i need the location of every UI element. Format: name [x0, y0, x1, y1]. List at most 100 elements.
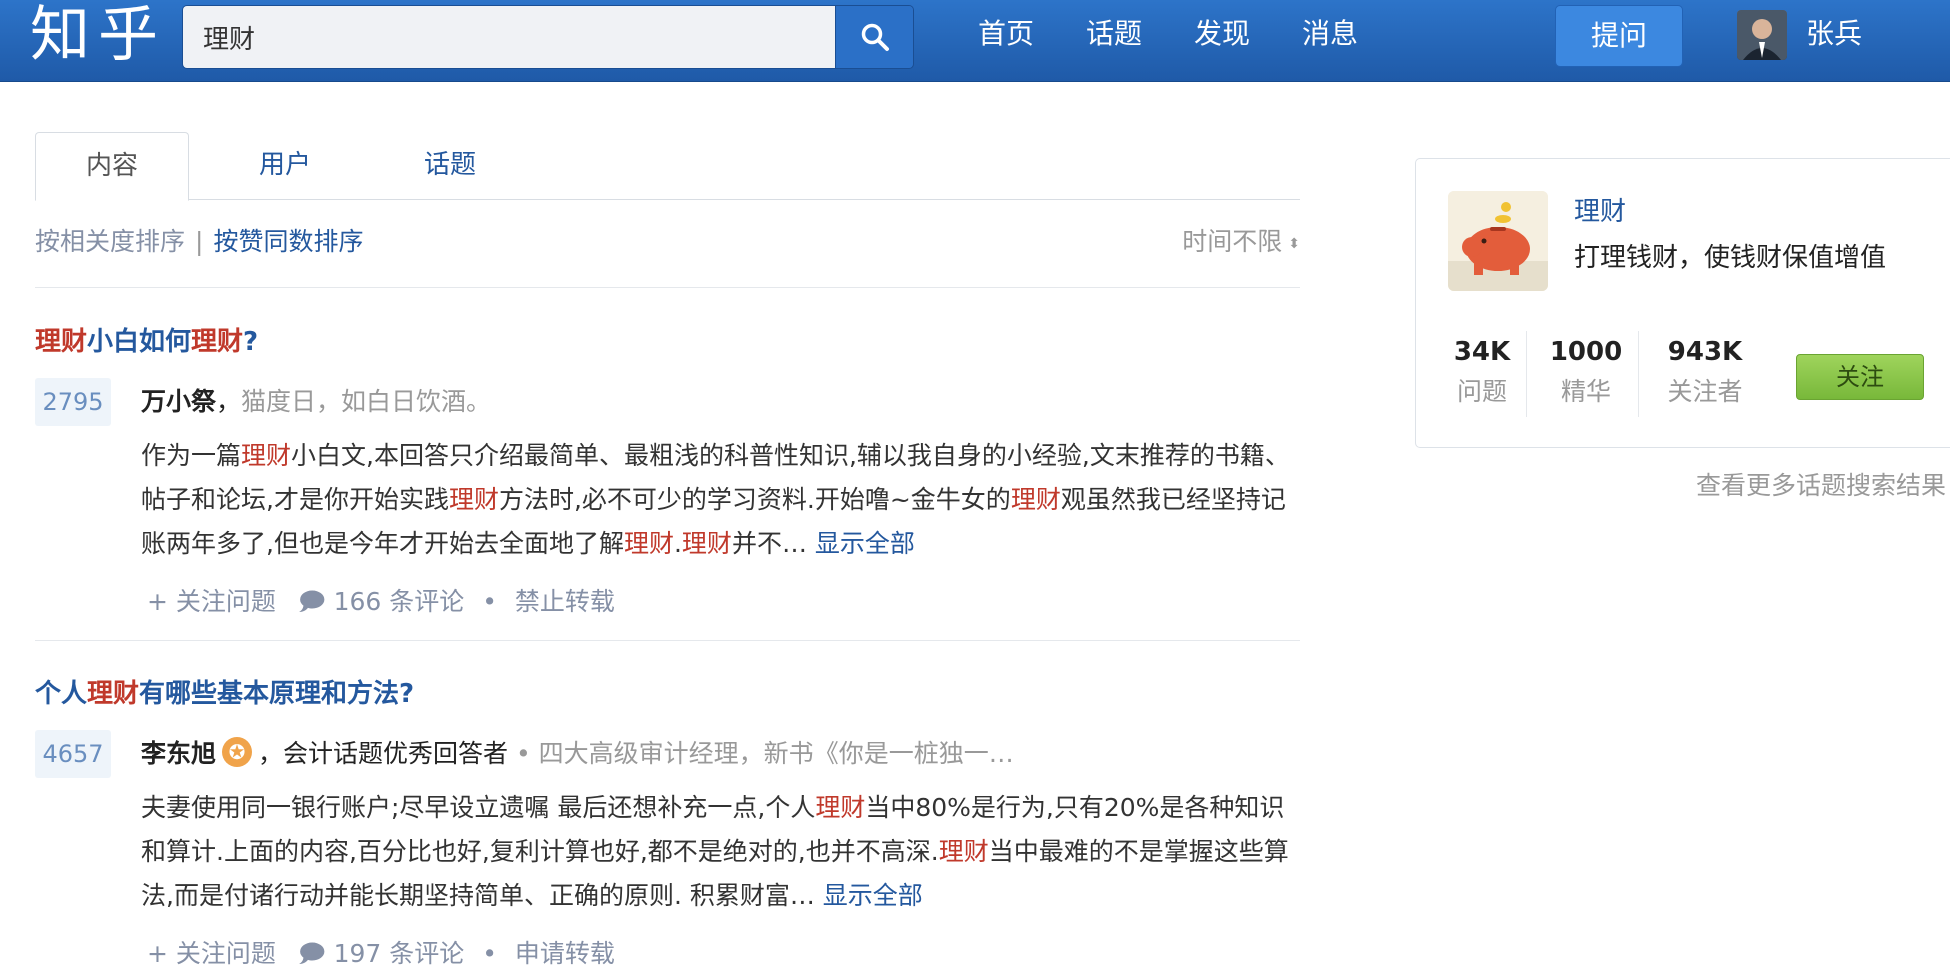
author-separator: ，	[258, 739, 284, 768]
author-info: 万小祭，猫度日，如白日饮酒。	[141, 378, 491, 426]
comments-count: 197 条评论	[333, 939, 465, 968]
stat-featured[interactable]: 1000 精华	[1540, 334, 1632, 412]
topic-card: 理财 打理钱财，使钱财保值增值 34K 问题 1000 精华 943K 关注者 …	[1415, 158, 1950, 448]
topic-description: 打理钱财，使钱财保值增值	[1574, 243, 1887, 273]
excerpt-text: 作为一篇理财小白文,本回答只介绍最简单、最粗浅的科普性知识,辅以我自身的小经验,…	[141, 441, 1290, 558]
repost-status[interactable]: 申请转载	[515, 939, 615, 968]
result-meta: + 关注问题 🗩 197 条评论 • 申请转载	[147, 934, 615, 974]
piggy-bank-icon[interactable]	[1448, 191, 1548, 291]
sort-separator: |	[195, 227, 204, 256]
stat-divider	[1526, 331, 1527, 417]
search-input[interactable]	[183, 6, 835, 68]
divider	[35, 640, 1300, 641]
answer-excerpt: 作为一篇理财小白文,本回答只介绍最简单、最粗浅的科普性知识,辅以我自身的小经验,…	[141, 434, 1301, 566]
follow-question-button[interactable]: + 关注问题	[147, 587, 276, 616]
search-button[interactable]	[835, 6, 913, 68]
keyword-highlight: 理财	[1010, 485, 1061, 514]
author-info: 李东旭 ，会计话题优秀回答者 • 四大高级审计经理，新书《你是一桩独一…	[141, 730, 1014, 778]
sort-votes[interactable]: 按赞同数排序	[213, 227, 363, 256]
sort-relevance[interactable]: 按相关度排序	[35, 227, 185, 256]
dot-separator: •	[482, 587, 497, 616]
author-bio: 猫度日，如白日饮酒。	[241, 387, 492, 416]
text-segment: 并不…	[731, 529, 815, 558]
keyword-highlight: 理财	[87, 679, 140, 709]
main-nav: 首页 话题 发现 消息	[978, 0, 1410, 70]
zhihu-logo[interactable]: 知乎	[30, 0, 166, 70]
excerpt-text: 夫妻使用同一银行账户;尽早设立遗嘱 最后还想补充一点,个人理财当中80%是行为,…	[141, 793, 1289, 910]
search-icon	[861, 23, 889, 51]
author-name[interactable]: 万小祭	[141, 387, 216, 416]
keyword-highlight: 理财	[191, 327, 244, 357]
keyword-highlight: 理财	[938, 837, 989, 866]
search-result-item: 理财小白如何理财? 2795 万小祭，猫度日，如白日饮酒。 作为一篇理财小白文,…	[35, 322, 1300, 622]
plus-icon: +	[147, 939, 176, 968]
dot-separator: •	[482, 939, 497, 968]
keyword-highlight: 理财	[448, 485, 499, 514]
text-segment: .	[673, 529, 682, 558]
text-segment: 夫妻使用同一银行账户;尽早设立遗嘱 最后还想补充一点,个人	[141, 793, 816, 822]
keyword-highlight: 理财	[815, 793, 866, 822]
stat-number: 943K	[1667, 337, 1743, 367]
top-navbar: 知乎 首页 话题 发现 消息 提问 张兵	[0, 0, 1950, 82]
tab-users[interactable]: 用户	[225, 132, 345, 200]
stat-label: 精华	[1560, 377, 1611, 406]
text-segment: ?	[243, 327, 259, 357]
nav-topics[interactable]: 话题	[1086, 0, 1194, 70]
follow-question-label: 关注问题	[175, 587, 276, 616]
question-title[interactable]: 理财小白如何理财?	[35, 322, 1300, 362]
keyword-highlight: 理财	[623, 529, 674, 558]
nav-messages[interactable]: 消息	[1302, 0, 1410, 70]
nav-home[interactable]: 首页	[978, 0, 1086, 70]
tab-content[interactable]: 内容	[35, 132, 189, 201]
comment-icon: 🗩	[297, 939, 334, 968]
tab-topics[interactable]: 话题	[390, 132, 510, 200]
stat-questions[interactable]: 34K 问题	[1442, 334, 1522, 412]
sort-arrows-icon: ⬍	[1288, 236, 1300, 252]
nav-explore[interactable]: 发现	[1194, 0, 1302, 70]
answer-excerpt: 夫妻使用同一银行账户;尽早设立遗嘱 最后还想补充一点,个人理财当中80%是行为,…	[141, 786, 1301, 918]
comments-count: 166 条评论	[333, 587, 465, 616]
result-meta: + 关注问题 🗩 166 条评论 • 禁止转载	[147, 582, 615, 622]
stat-label: 关注者	[1667, 377, 1743, 406]
question-title[interactable]: 个人理财有哪些基本原理和方法?	[35, 674, 1300, 714]
text-segment: 方法时,必不可少的学习资料.开始噜~金牛女的	[498, 485, 1011, 514]
text-segment: 小白如何	[87, 327, 192, 357]
vote-count[interactable]: 4657	[35, 730, 111, 778]
author-bio-extra: • 四大高级审计经理，新书《你是一桩独一…	[508, 739, 1014, 768]
show-all-link[interactable]: 显示全部	[815, 529, 915, 558]
follow-question-label: 关注问题	[175, 939, 276, 968]
stat-number: 1000	[1549, 337, 1623, 367]
topic-name-link[interactable]: 理财	[1574, 191, 1626, 228]
user-name[interactable]: 张兵	[1806, 0, 1862, 68]
keyword-highlight: 理财	[681, 529, 732, 558]
time-filter-dropdown[interactable]: 时间不限 ⬍	[1182, 222, 1300, 258]
stat-divider	[1638, 331, 1639, 417]
stat-followers[interactable]: 943K 关注者	[1652, 334, 1758, 412]
more-topic-results-link[interactable]: 查看更多话题搜索结果	[1696, 466, 1946, 502]
show-all-link[interactable]: 显示全部	[823, 881, 923, 910]
divider	[35, 287, 1300, 288]
text-segment: 个人	[35, 679, 88, 709]
ask-question-button[interactable]: 提问	[1555, 5, 1683, 67]
search-box	[182, 5, 914, 69]
sort-bar: 按相关度排序 | 按赞同数排序 时间不限 ⬍	[35, 222, 1300, 262]
comments-button[interactable]: 🗩 166 条评论	[298, 587, 464, 616]
time-filter-label: 时间不限	[1182, 227, 1283, 256]
comments-button[interactable]: 🗩 197 条评论	[298, 939, 464, 968]
plus-icon: +	[147, 587, 176, 616]
author-separator: ，	[216, 387, 242, 416]
author-name[interactable]: 李东旭	[141, 739, 216, 768]
text-segment: 作为一篇	[141, 441, 242, 470]
keyword-highlight: 理财	[241, 441, 292, 470]
follow-question-button[interactable]: + 关注问题	[147, 939, 276, 968]
excellent-answerer-badge-icon	[222, 737, 253, 767]
repost-status[interactable]: 禁止转载	[515, 587, 615, 616]
vote-count[interactable]: 2795	[35, 378, 111, 426]
stat-label: 问题	[1456, 377, 1507, 406]
author-bio: 会计话题优秀回答者	[283, 739, 509, 768]
search-tabs: 内容 用户 话题	[35, 132, 1300, 201]
keyword-highlight: 理财	[35, 327, 88, 357]
avatar[interactable]	[1737, 10, 1787, 60]
text-segment: 有哪些基本原理和方法?	[139, 679, 415, 709]
follow-topic-button[interactable]: 关注	[1796, 354, 1924, 400]
